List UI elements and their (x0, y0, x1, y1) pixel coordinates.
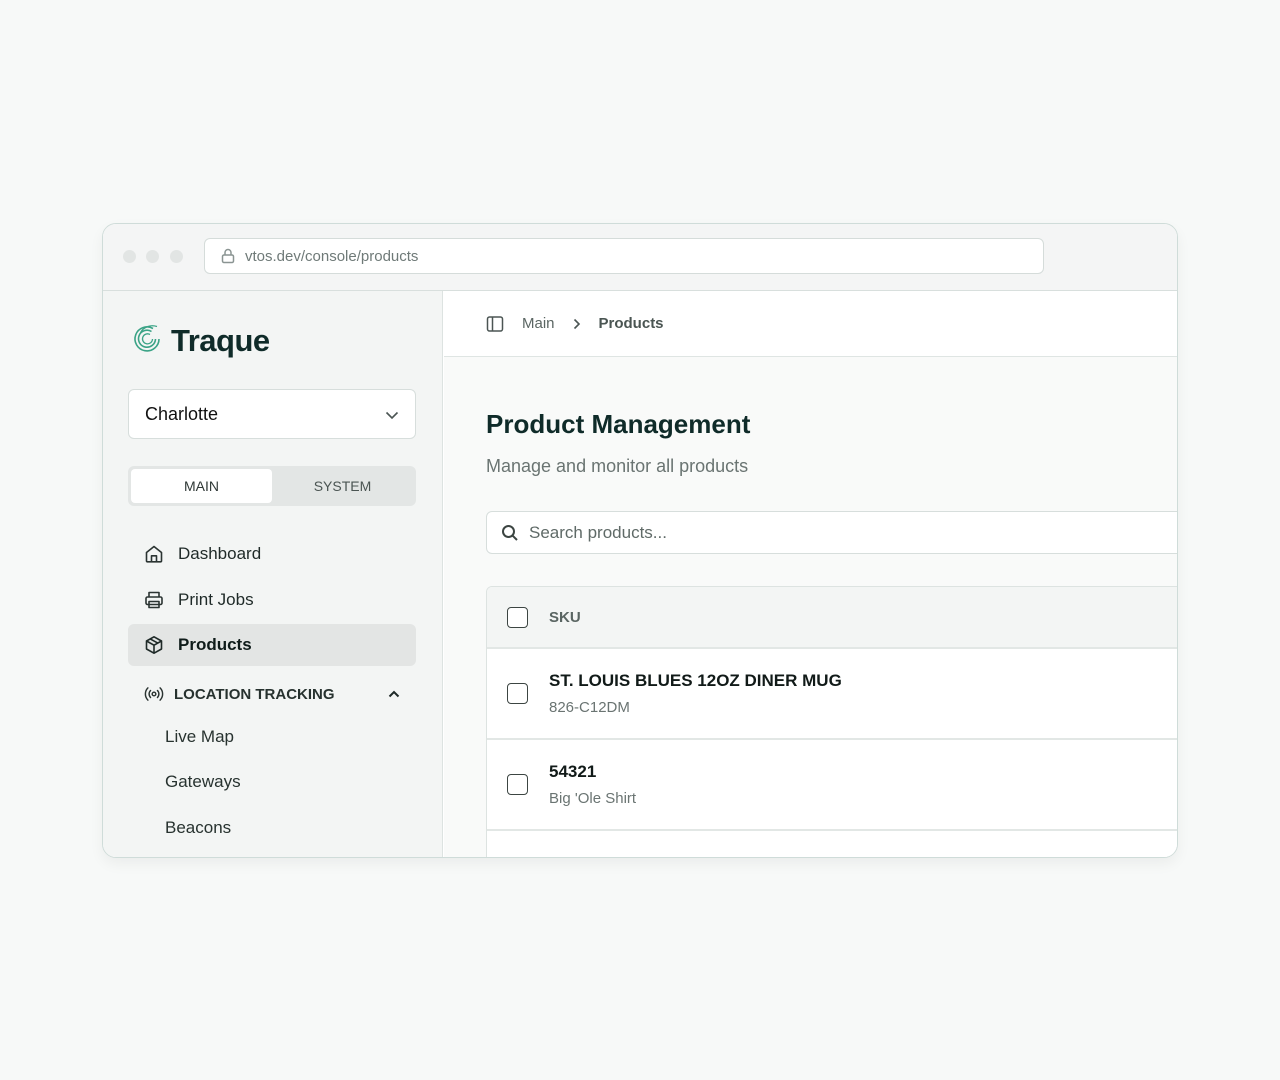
sidebar-section-label: LOCATION TRACKING (174, 685, 335, 703)
sidebar-item-print-jobs[interactable]: Print Jobs (128, 579, 416, 621)
sidebar-item-live-map[interactable]: Live Map (128, 714, 416, 760)
sidebar-toggle-icon[interactable] (486, 315, 504, 333)
sidebar-nav: Dashboard Print Jobs Products LOCATION T… (128, 533, 416, 851)
tab-system[interactable]: SYSTEM (272, 469, 413, 503)
broadcast-icon (144, 684, 164, 704)
breadcrumb-current: Products (598, 315, 664, 332)
main-content: Main Products Product Management Manage … (444, 291, 1177, 857)
sidebar-tab-switcher: MAIN SYSTEM (128, 466, 416, 506)
table-row-partial[interactable] (487, 831, 1177, 857)
select-all-checkbox[interactable] (507, 606, 528, 628)
box-icon (144, 635, 164, 655)
org-select[interactable]: Charlotte (128, 389, 416, 439)
sidebar-item-gateways[interactable]: Gateways (128, 760, 416, 806)
row-subtitle: Big 'Ole Shirt (549, 790, 637, 807)
lock-icon (221, 248, 235, 264)
row-checkbox[interactable] (507, 683, 528, 704)
browser-window: vtos.dev/console/products Traque Charlot… (102, 223, 1178, 858)
browser-titlebar: vtos.dev/console/products (103, 224, 1177, 291)
sidebar-item-beacons[interactable]: Beacons (128, 805, 416, 851)
sidebar-section-location-tracking[interactable]: LOCATION TRACKING (128, 674, 416, 714)
window-maximize-dot[interactable] (170, 250, 183, 263)
chevron-up-icon[interactable] (388, 690, 400, 698)
search-icon (501, 524, 519, 542)
traque-logo-icon (131, 322, 163, 359)
breadcrumb-main[interactable]: Main (522, 315, 555, 332)
window-close-dot[interactable] (123, 250, 136, 263)
chevron-down-icon (385, 404, 399, 425)
chevron-right-icon (573, 318, 581, 330)
sidebar: Traque Charlotte MAIN SYSTEM Dashboard P… (103, 291, 443, 857)
row-subtitle: 826-C12DM (549, 699, 630, 716)
sidebar-item-label: Products (178, 635, 252, 654)
page-title: Product Management (486, 409, 751, 439)
printer-icon (144, 590, 164, 610)
url-text: vtos.dev/console/products (245, 247, 419, 265)
products-table: SKU ST. LOUIS BLUES 12OZ DINER MUG 826-C… (486, 586, 1177, 857)
table-row[interactable]: 54321 Big 'Ole Shirt (487, 740, 1177, 831)
sidebar-item-products[interactable]: Products (128, 624, 416, 666)
table-row[interactable]: ST. LOUIS BLUES 12OZ DINER MUG 826-C12DM (487, 649, 1177, 740)
brand-logo[interactable]: Traque (131, 322, 270, 359)
brand-name: Traque (171, 322, 270, 358)
sidebar-item-label: Print Jobs (178, 589, 254, 609)
search-placeholder: Search products... (529, 522, 667, 542)
org-select-value: Charlotte (145, 403, 219, 424)
column-header-sku[interactable]: SKU (549, 609, 581, 626)
page-subtitle: Manage and monitor all products (486, 456, 749, 476)
row-checkbox[interactable] (507, 774, 528, 795)
sidebar-item-label: Dashboard (178, 544, 262, 563)
window-minimize-dot[interactable] (146, 250, 159, 263)
search-input[interactable]: Search products... (486, 511, 1177, 554)
row-title: 54321 (549, 762, 597, 781)
address-bar[interactable]: vtos.dev/console/products (204, 238, 1044, 274)
home-icon (144, 544, 164, 564)
top-bar: Main Products (444, 291, 1177, 357)
tab-main[interactable]: MAIN (131, 469, 272, 503)
table-header: SKU (487, 587, 1177, 649)
sidebar-item-dashboard[interactable]: Dashboard (128, 533, 416, 575)
row-title: ST. LOUIS BLUES 12OZ DINER MUG (549, 671, 842, 690)
